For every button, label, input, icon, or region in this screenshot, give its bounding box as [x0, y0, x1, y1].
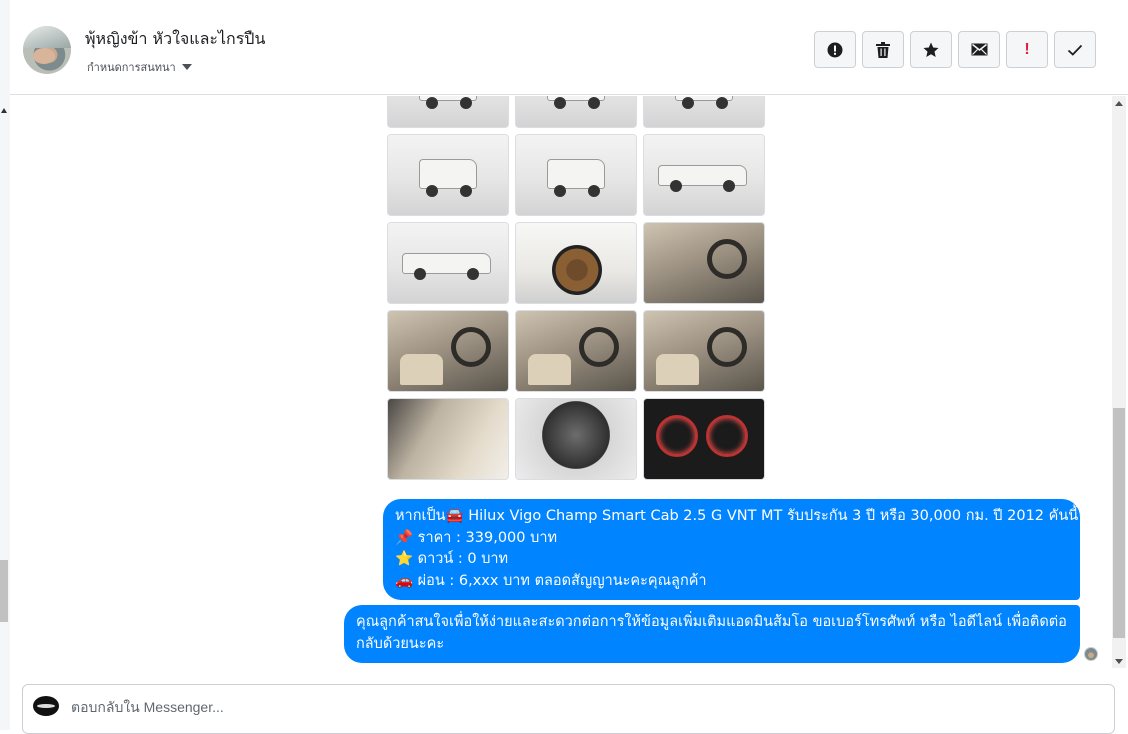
message-bubble-offer[interactable]: หากเป็น🚘 Hilux Vigo Champ Smart Cab 2.5 … [383, 499, 1080, 600]
caret-down-icon [181, 64, 192, 70]
trash-icon [876, 41, 890, 58]
page-logo-avatar [33, 696, 59, 716]
car-photo-side-left[interactable] [387, 222, 509, 304]
car-photo-front-angle[interactable] [515, 96, 637, 128]
conversation-settings-label: กำหนดการสนทนา [87, 61, 176, 74]
seen-receipt-avatar [1084, 647, 1098, 661]
scroll-up-arrow-icon[interactable] [1, 108, 7, 113]
thread-scrollbar[interactable] [1112, 96, 1126, 668]
car-photo-front-seats[interactable] [515, 310, 637, 392]
delete-button[interactable] [862, 31, 904, 68]
envelope-icon [971, 43, 987, 56]
reply-input[interactable] [71, 695, 1071, 719]
conversation-toolbar: ! [814, 31, 1096, 68]
offer-line-price: 📌 ราคา : 339,000 บาท [395, 529, 558, 546]
contact-name[interactable]: พุ้หญิงข้า หัวใจและไกรปืน [85, 27, 265, 52]
contact-avatar[interactable] [23, 26, 71, 74]
star-button[interactable] [910, 31, 952, 68]
followup-text: คุณลูกค้าสนใจเพื่อให้ง่ายและสะดวกต่อการใ… [356, 614, 1067, 652]
car-photo-steering[interactable] [643, 222, 765, 304]
conversation-settings-dropdown[interactable]: กำหนดการสนทนา [87, 58, 192, 76]
car-photo-wheel[interactable] [515, 222, 637, 304]
car-photo-side-right[interactable] [643, 134, 765, 216]
car-photo-dashboard[interactable] [387, 310, 509, 392]
offer-line-installment: 🚗 ผ่อน : 6,xxx บาท ตลอดสัญญานะคะคุณลูกค้… [395, 572, 707, 589]
conversation-header: พุ้หญิงข้า หัวใจและไกรปืน กำหนดการสนทนา … [10, 5, 1128, 95]
mark-done-button[interactable] [1054, 31, 1096, 68]
left-scroll-thumb[interactable] [0, 560, 8, 622]
exclamation-icon: ! [1024, 40, 1030, 58]
car-photo-rear-angle[interactable] [643, 96, 765, 128]
car-photo-rear-quarter[interactable] [515, 134, 637, 216]
offer-line-down-payment: ⭐ ดาวน์ : 0 บาท [395, 551, 509, 567]
car-photo-rear[interactable] [387, 134, 509, 216]
car-photo-gauges[interactable] [643, 398, 765, 480]
check-icon [1067, 44, 1083, 56]
message-bubble-followup[interactable]: คุณลูกค้าสนใจเพื่อให้ง่ายและสะดวกต่อการใ… [344, 605, 1080, 663]
car-photo-cabin[interactable] [643, 310, 765, 392]
scroll-thumb[interactable] [1113, 408, 1125, 638]
mark-unread-button[interactable] [958, 31, 1000, 68]
photo-album [387, 96, 765, 480]
message-thread: หากเป็น🚘 Hilux Vigo Champ Smart Cab 2.5 … [11, 96, 1112, 668]
car-photo-engine[interactable] [515, 398, 637, 480]
reply-composer [22, 684, 1115, 734]
car-photo-front[interactable] [387, 96, 509, 128]
offer-line-model: หากเป็น🚘 Hilux Vigo Champ Smart Cab 2.5 … [395, 508, 1079, 524]
follow-up-button[interactable]: ! [1006, 31, 1048, 68]
scroll-down-icon[interactable] [1115, 659, 1123, 664]
left-scroll-strip [0, 0, 10, 730]
car-photo-door-panel[interactable] [387, 398, 509, 480]
alert-circle-icon [827, 42, 843, 57]
star-icon [923, 42, 939, 57]
scroll-up-icon[interactable] [1115, 101, 1123, 106]
report-spam-button[interactable] [814, 31, 856, 68]
